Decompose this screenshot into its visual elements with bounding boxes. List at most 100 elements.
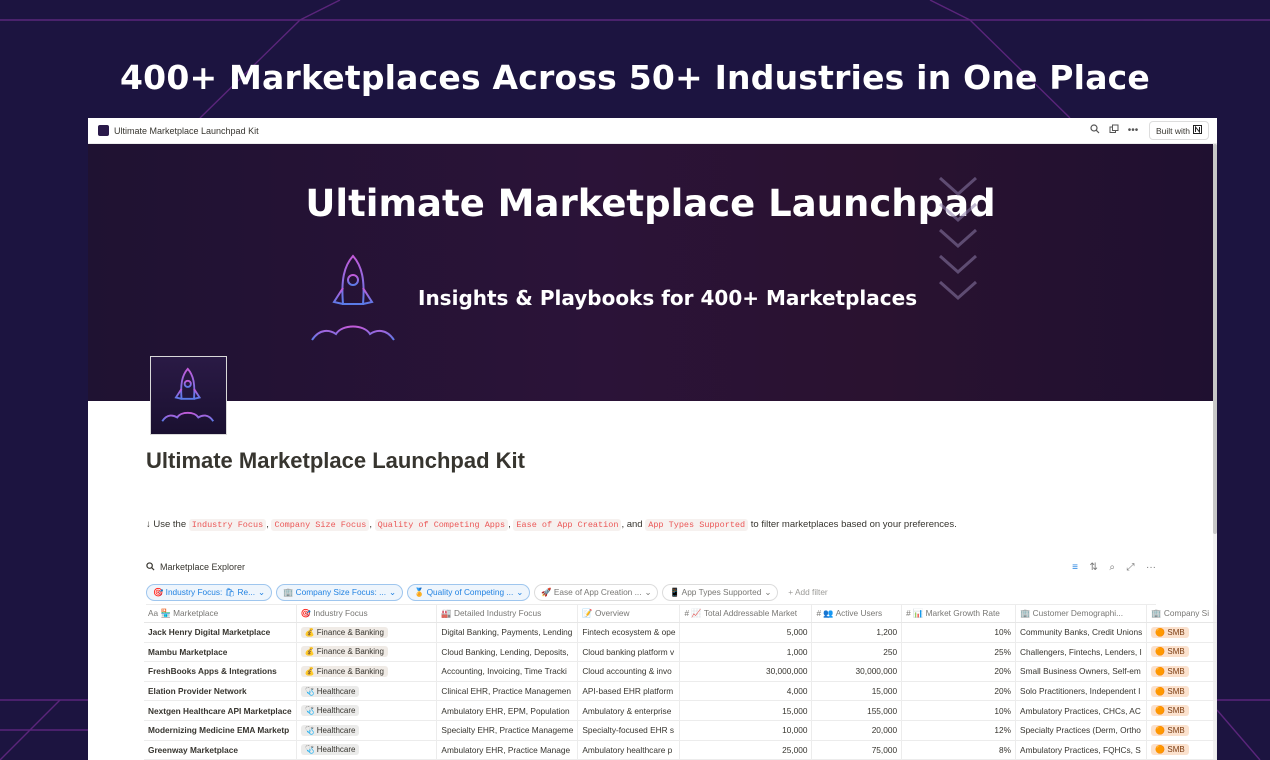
cell-industry[interactable]: 💰 Finance & Banking [296, 642, 438, 663]
cell-marketplace[interactable]: Greenway Marketplace [144, 740, 297, 760]
filter-ease-app-creation[interactable]: 🚀 Ease of App Creation ... ⌄ [534, 583, 659, 601]
cell-detailed[interactable]: Ambulatory EHR, EPM, Population [436, 700, 579, 721]
filter-app-types-supported[interactable]: 📱 App Types Supported ⌄ [662, 583, 779, 601]
sort-icon[interactable]: ⇅ [1089, 562, 1097, 573]
table-row[interactable]: Mambu Marketplace 💰 Finance & Banking Clou… [144, 642, 1217, 663]
filter-quality-competing[interactable]: 🏅 Quality of Competing ... ⌄ [406, 583, 531, 601]
column-header[interactable]: 🎯 Industry Focus [296, 605, 438, 623]
cell-overview[interactable]: Ambulatory & enterprise [577, 700, 681, 721]
cell-size[interactable]: 🟠 SMB [1146, 661, 1217, 682]
cell-growth[interactable]: 8% [901, 740, 1017, 760]
filter-icon[interactable]: ≡ [1072, 562, 1078, 573]
cell-tam[interactable]: 5,000 [679, 622, 813, 643]
cell-users[interactable]: 30,000,000 [811, 661, 903, 682]
cell-size[interactable]: 🟠 SMB [1146, 700, 1217, 721]
cell-size[interactable]: 🟠 SMB [1146, 642, 1217, 663]
cell-tam[interactable]: 30,000,000 [679, 661, 813, 682]
cell-size[interactable]: 🟠 SMB [1146, 740, 1217, 760]
cell-marketplace[interactable]: Mambu Marketplace [144, 642, 297, 663]
industry-tag: 💰 Finance & Banking [300, 626, 388, 638]
column-header[interactable]: # 📊 Market Growth Rate [901, 605, 1017, 623]
database-title[interactable]: Marketplace Explorer [146, 561, 1063, 573]
cell-demo[interactable]: Small Business Owners, Self-em [1015, 661, 1148, 682]
more-icon[interactable]: ··· [1146, 562, 1156, 573]
scrollbar-thumb[interactable] [1213, 144, 1217, 534]
cell-growth[interactable]: 10% [901, 700, 1017, 721]
column-header[interactable]: 📝 Overview [577, 605, 681, 623]
duplicate-icon[interactable] [1106, 124, 1122, 137]
cell-tam[interactable]: 1,000 [679, 642, 813, 663]
cell-marketplace[interactable]: Jack Henry Digital Marketplace [144, 622, 297, 643]
cell-size[interactable]: 🟠 SMB [1146, 681, 1217, 702]
cell-detailed[interactable]: Cloud Banking, Lending, Deposits, [436, 642, 579, 663]
cell-overview[interactable]: Ambulatory healthcare p [577, 740, 681, 760]
built-with-button[interactable]: Built with [1148, 121, 1209, 140]
cell-users[interactable]: 20,000 [811, 720, 903, 741]
cell-industry[interactable]: 🩺 Healthcare [296, 740, 438, 760]
cell-size[interactable]: 🟠 SMB [1146, 720, 1217, 741]
cell-marketplace[interactable]: Nextgen Healthcare API Marketplace [144, 700, 297, 721]
cell-industry[interactable]: 🩺 Healthcare [296, 720, 438, 741]
cell-tam[interactable]: 4,000 [679, 681, 813, 702]
cell-demo[interactable]: Solo Practitioners, Independent I [1015, 681, 1148, 702]
cell-demo[interactable]: Specialty Practices (Derm, Ortho [1015, 720, 1148, 741]
cell-growth[interactable]: 12% [901, 720, 1017, 741]
cell-marketplace[interactable]: Modernizing Medicine EMA Marketp [144, 720, 297, 741]
company-size-tag: 🟠 SMB [1151, 685, 1189, 697]
filter-company-size-focus[interactable]: 🏢 Company Size Focus: ... ⌄ [275, 583, 403, 601]
cell-users[interactable]: 250 [811, 642, 903, 663]
cell-size[interactable]: 🟠 SMB [1146, 622, 1217, 643]
cell-marketplace[interactable]: FreshBooks Apps & Integrations [144, 661, 297, 682]
cell-overview[interactable]: Fintech ecosystem & ope [577, 622, 681, 643]
cell-demo[interactable]: Community Banks, Credit Unions [1015, 622, 1148, 643]
cell-tam[interactable]: 25,000 [679, 740, 813, 760]
cell-users[interactable]: 155,000 [811, 700, 903, 721]
column-header[interactable]: # 📈 Total Addressable Market [679, 605, 813, 623]
table-row[interactable]: Nextgen Healthcare API Marketplace 🩺 Heal… [144, 700, 1217, 721]
cell-demo[interactable]: Challengers, Fintechs, Lenders, I [1015, 642, 1148, 663]
cell-growth[interactable]: 10% [901, 622, 1017, 643]
search-icon[interactable] [1087, 124, 1103, 137]
cell-detailed[interactable]: Clinical EHR, Practice Managemen [436, 681, 579, 702]
table-row[interactable]: FreshBooks Apps & Integrations 💰 Finance … [144, 661, 1217, 682]
cell-detailed[interactable]: Accounting, Invoicing, Time Tracki [436, 661, 579, 682]
cell-detailed[interactable]: Ambulatory EHR, Practice Manage [436, 740, 579, 760]
search-icon[interactable]: ⌕ [1109, 562, 1115, 573]
cell-tam[interactable]: 15,000 [679, 700, 813, 721]
cell-industry[interactable]: 💰 Finance & Banking [296, 661, 438, 682]
add-filter-button[interactable]: + Add filter [782, 585, 833, 599]
table-row[interactable]: Greenway Marketplace 🩺 Healthcare Ambulato… [144, 740, 1217, 760]
cell-demo[interactable]: Ambulatory Practices, FQHCs, S [1015, 740, 1148, 760]
expand-icon[interactable]: ⤢ [1126, 562, 1134, 573]
page-icon[interactable] [150, 356, 227, 435]
cell-growth[interactable]: 20% [901, 661, 1017, 682]
cell-industry[interactable]: 🩺 Healthcare [296, 700, 438, 721]
cell-detailed[interactable]: Digital Banking, Payments, Lending [436, 622, 579, 643]
cell-industry[interactable]: 🩺 Healthcare [296, 681, 438, 702]
cell-overview[interactable]: Cloud accounting & invo [577, 661, 681, 682]
database-title-label: Marketplace Explorer [160, 562, 246, 572]
cell-tam[interactable]: 10,000 [679, 720, 813, 741]
cell-overview[interactable]: Cloud banking platform v [577, 642, 681, 663]
table-row[interactable]: Jack Henry Digital Marketplace 💰 Finance … [144, 622, 1217, 643]
more-icon[interactable]: ••• [1125, 125, 1141, 136]
cell-users[interactable]: 1,200 [811, 622, 903, 643]
cell-growth[interactable]: 20% [901, 681, 1017, 702]
column-header[interactable]: 🏭 Detailed Industry Focus [436, 605, 579, 623]
table-row[interactable]: Elation Provider Network 🩺 Healthcare Clin… [144, 681, 1217, 702]
cell-detailed[interactable]: Specialty EHR, Practice Manageme [436, 720, 579, 741]
cell-marketplace[interactable]: Elation Provider Network [144, 681, 297, 702]
table-row[interactable]: Modernizing Medicine EMA Marketp 🩺 Health… [144, 720, 1217, 741]
column-header[interactable]: Aa 🏪 Marketplace [144, 605, 297, 623]
cell-users[interactable]: 15,000 [811, 681, 903, 702]
column-header[interactable]: 🏢 Customer Demographi... [1015, 605, 1148, 623]
cell-growth[interactable]: 25% [901, 642, 1017, 663]
cell-demo[interactable]: Ambulatory Practices, CHCs, AC [1015, 700, 1148, 721]
filter-industry-focus[interactable]: 🎯 Industry Focus: 🛍 Re... ⌄ [146, 583, 272, 601]
column-header[interactable]: # 👥 Active Users [811, 605, 903, 623]
cell-overview[interactable]: API-based EHR platform [577, 681, 681, 702]
cell-overview[interactable]: Specialty-focused EHR s [577, 720, 681, 741]
cell-industry[interactable]: 💰 Finance & Banking [296, 622, 438, 643]
column-header[interactable]: 🏢 Company Si [1146, 605, 1217, 623]
cell-users[interactable]: 75,000 [811, 740, 903, 760]
